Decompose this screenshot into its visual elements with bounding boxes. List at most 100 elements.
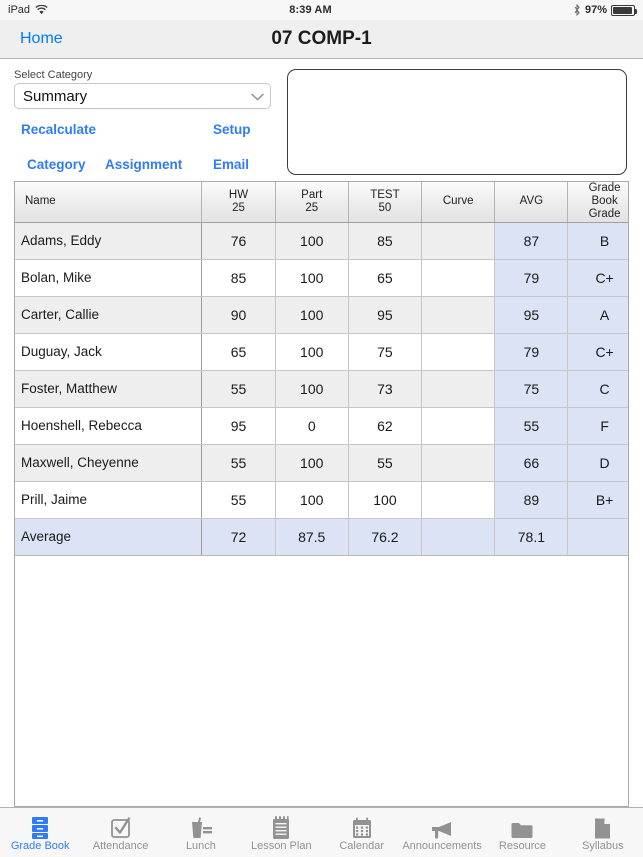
column-header-hw[interactable]: HW 25 — [201, 182, 276, 223]
cell-part[interactable]: 0 — [275, 407, 349, 445]
category-button[interactable]: Category — [27, 157, 86, 172]
tab-lesson-plan[interactable]: Lesson Plan — [241, 808, 321, 857]
cell-student-name[interactable]: Duguay, Jack — [15, 333, 203, 371]
cell-test[interactable]: 55 — [348, 444, 423, 482]
cell-part[interactable]: 100 — [275, 222, 349, 260]
tab-lunch[interactable]: Lunch — [161, 808, 241, 857]
cell-part[interactable]: 100 — [275, 444, 349, 482]
table-row[interactable]: Prill, Jaime5510010089B+B+ — [15, 481, 628, 519]
cell-hw[interactable]: 76 — [201, 222, 276, 260]
cell-curve[interactable] — [421, 370, 496, 408]
cell-curve[interactable] — [421, 407, 496, 445]
cell-curve[interactable] — [421, 444, 496, 482]
cell-curve[interactable] — [421, 222, 496, 260]
cell-curve[interactable] — [421, 259, 496, 297]
cell-part[interactable]: 100 — [275, 259, 349, 297]
cell-avg[interactable]: 55 — [494, 407, 569, 445]
cell-avg[interactable]: 79 — [494, 333, 569, 371]
cell-curve[interactable] — [421, 481, 496, 519]
table-row[interactable]: Maxwell, Cheyenne551005566DD — [15, 444, 628, 482]
cell-hw[interactable]: 55 — [201, 370, 276, 408]
cell-hw[interactable]: 90 — [201, 296, 276, 334]
column-header-avg[interactable]: AVG — [494, 182, 569, 223]
folder-icon — [510, 816, 534, 840]
tab-grade-book[interactable]: Grade Book — [0, 808, 80, 857]
cell-hw[interactable]: 85 — [201, 259, 276, 297]
column-header-gbg-line2: Grade — [588, 208, 621, 221]
cell-avg[interactable]: 75 — [494, 370, 569, 408]
tab-announcements[interactable]: Announcements — [402, 808, 482, 857]
cell-part[interactable]: 100 — [275, 481, 349, 519]
cell-student-name[interactable]: Bolan, Mike — [15, 259, 203, 297]
cell-hw[interactable]: 55 — [201, 481, 276, 519]
tab-calendar[interactable]: Calendar — [322, 808, 402, 857]
cell-gbg[interactable]: B — [567, 222, 628, 260]
cell-gbg[interactable]: C+ — [567, 259, 628, 297]
setup-button[interactable]: Setup — [213, 122, 251, 137]
cell-hw[interactable]: 55 — [201, 444, 276, 482]
table-row[interactable]: Foster, Matthew551007375CC — [15, 370, 628, 408]
status-bar: iPad 8:39 AM 97% — [0, 0, 643, 20]
cell-gbg[interactable]: A — [567, 296, 628, 334]
cell-student-name[interactable]: Prill, Jaime — [15, 481, 203, 519]
column-header-test[interactable]: TEST 50 — [348, 182, 423, 223]
cell-test[interactable]: 73 — [348, 370, 423, 408]
checkbox-check-icon — [110, 816, 132, 840]
cell-student-name[interactable]: Carter, Callie — [15, 296, 203, 334]
tab-attendance[interactable]: Attendance — [80, 808, 160, 857]
table-row[interactable]: Adams, Eddy761008587BB — [15, 222, 628, 260]
column-header-name[interactable]: Name — [15, 182, 203, 223]
cell-gbg[interactable]: D — [567, 444, 628, 482]
cell-test[interactable]: 85 — [348, 222, 423, 260]
recalculate-button[interactable]: Recalculate — [21, 122, 96, 137]
tab-label: Lesson Plan — [251, 839, 312, 852]
column-header-grade-book-grade[interactable]: Grade Book Grade — [567, 182, 628, 223]
cell-average-avg: 78.1 — [494, 518, 569, 556]
file-cabinet-icon — [29, 816, 51, 840]
cell-student-name[interactable]: Foster, Matthew — [15, 370, 203, 408]
cell-test[interactable]: 62 — [348, 407, 423, 445]
table-header-row: Name HW 25 Part 25 TEST 50 Curve AVG Gra… — [15, 182, 628, 223]
cell-curve[interactable] — [421, 333, 496, 371]
assignment-button[interactable]: Assignment — [105, 157, 182, 172]
cell-gbg[interactable]: C — [567, 370, 628, 408]
cell-part[interactable]: 100 — [275, 333, 349, 371]
cell-student-name[interactable]: Hoenshell, Rebecca — [15, 407, 203, 445]
cell-part[interactable]: 100 — [275, 296, 349, 334]
cell-curve[interactable] — [421, 296, 496, 334]
cell-student-name[interactable]: Adams, Eddy — [15, 222, 203, 260]
cell-hw[interactable]: 65 — [201, 333, 276, 371]
grade-table-container[interactable]: Name HW 25 Part 25 TEST 50 Curve AVG Gra… — [14, 181, 629, 807]
cell-test[interactable]: 65 — [348, 259, 423, 297]
megaphone-icon — [429, 816, 455, 840]
tab-resource[interactable]: Resource — [482, 808, 562, 857]
control-panel: Select Category Summary Recalculate Setu… — [0, 59, 643, 181]
cell-avg[interactable]: 95 — [494, 296, 569, 334]
cell-test[interactable]: 100 — [348, 481, 423, 519]
column-header-gbg-line1: Grade Book — [588, 182, 621, 208]
cell-student-name[interactable]: Maxwell, Cheyenne — [15, 444, 203, 482]
table-row[interactable]: Carter, Callie901009595AA — [15, 296, 628, 334]
cell-avg[interactable]: 87 — [494, 222, 569, 260]
cell-gbg[interactable]: C+ — [567, 333, 628, 371]
tab-syllabus[interactable]: Syllabus — [563, 808, 643, 857]
table-row[interactable]: Duguay, Jack651007579C+C+ — [15, 333, 628, 371]
table-row[interactable]: Hoenshell, Rebecca9506255FF — [15, 407, 628, 445]
cell-gbg[interactable]: F — [567, 407, 628, 445]
category-dropdown[interactable]: Summary — [14, 83, 271, 109]
cell-avg[interactable]: 66 — [494, 444, 569, 482]
cell-test[interactable]: 75 — [348, 333, 423, 371]
cell-hw[interactable]: 95 — [201, 407, 276, 445]
column-header-curve[interactable]: Curve — [421, 182, 496, 223]
cell-test[interactable]: 95 — [348, 296, 423, 334]
cell-avg[interactable]: 89 — [494, 481, 569, 519]
home-button[interactable]: Home — [20, 30, 63, 48]
table-row[interactable]: Bolan, Mike851006579C+C+ — [15, 259, 628, 297]
email-button[interactable]: Email — [213, 157, 249, 172]
cell-gbg[interactable]: B+ — [567, 481, 628, 519]
cell-part[interactable]: 100 — [275, 370, 349, 408]
column-header-part[interactable]: Part 25 — [275, 182, 349, 223]
cell-avg[interactable]: 79 — [494, 259, 569, 297]
notes-textarea[interactable] — [287, 69, 627, 175]
wifi-icon — [35, 5, 48, 15]
